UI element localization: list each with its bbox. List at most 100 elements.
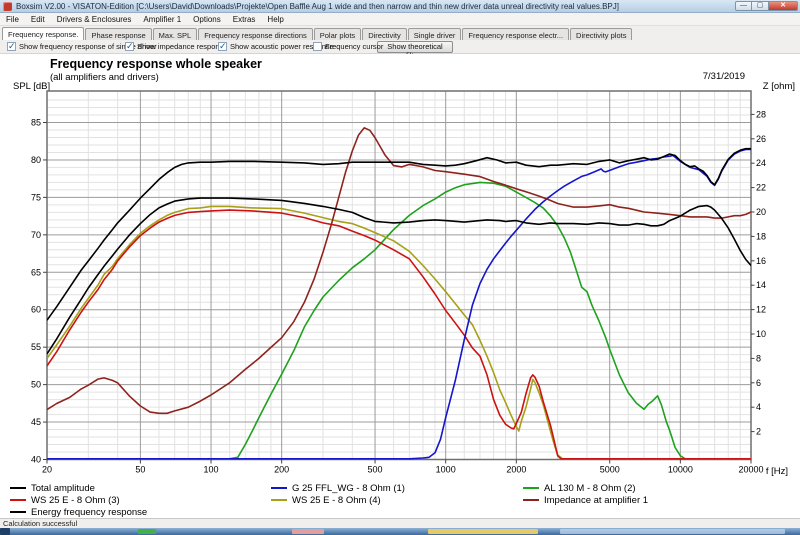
windows-taskbar[interactable]: [0, 528, 800, 535]
menu-item-file[interactable]: File: [0, 15, 25, 24]
checkbox-show-frequency-response-of-single-driver[interactable]: ✓: [7, 42, 16, 51]
taskbar-item: [138, 529, 156, 534]
taskbar-item: [560, 529, 785, 534]
curves: [47, 127, 751, 460]
minor-gridlines: [47, 91, 751, 460]
legend-label: AL 130 M - 8 Ohm (2): [544, 482, 636, 494]
legend-item-impedance-at-amplifier-1: Impedance at amplifier 1: [523, 494, 648, 506]
minimize-button[interactable]: —: [735, 1, 752, 11]
legend-item-energy-frequency-response: Energy frequency response: [10, 506, 147, 518]
tab-bar: Frequency response. Phase response Max. SP…: [0, 26, 800, 40]
svg-text:4: 4: [756, 402, 761, 412]
svg-text:10000: 10000: [668, 465, 693, 475]
caption-buttons: — ▢ ✕: [735, 1, 798, 11]
svg-text:40: 40: [31, 455, 41, 465]
checkbox-show-impedance-response[interactable]: ✓: [125, 42, 134, 51]
tab-frequency-response[interactable]: Frequency response.: [2, 27, 85, 40]
legend-item-ws-25-e-8-ohm-3: WS 25 E - 8 Ohm (3): [10, 494, 120, 506]
curve-ws-25-e-8-ohm-3: [47, 209, 751, 460]
toolbar: Show theoretical filters ✓Show frequency…: [0, 40, 800, 60]
svg-text:24: 24: [756, 158, 766, 168]
title-bar: Boxsim V2.00 - VISATON-Edition [C:\Users…: [0, 0, 800, 13]
svg-text:75: 75: [31, 192, 41, 202]
svg-text:8: 8: [756, 353, 761, 363]
svg-text:2: 2: [756, 427, 761, 437]
svg-text:14: 14: [756, 280, 766, 290]
svg-text:28: 28: [756, 109, 766, 119]
svg-text:6: 6: [756, 378, 761, 388]
window-title: Boxsim V2.00 - VISATON-Edition [C:\Users…: [16, 1, 619, 11]
svg-text:200: 200: [274, 465, 289, 475]
boxsim-app-icon: [3, 1, 12, 11]
checkbox-show-acoustic-power-response[interactable]: ✓: [218, 42, 227, 51]
legend-swatch-total-amplitude: [10, 487, 26, 489]
svg-text:85: 85: [31, 117, 41, 127]
svg-text:65: 65: [31, 267, 41, 277]
tab-frequency-response-directions[interactable]: Frequency response directions: [198, 28, 313, 40]
svg-text:45: 45: [31, 417, 41, 427]
tab-frequency-response-electr[interactable]: Frequency response electr...: [462, 28, 570, 40]
legend-item-ws-25-e-8-ohm-4: WS 25 E - 8 Ohm (4): [271, 494, 381, 506]
legend-label: G 25 FFL_WG - 8 Ohm (1): [292, 482, 405, 494]
checkbox-label: Frequency cursor: [325, 42, 384, 51]
tab-phase-response[interactable]: Phase response: [85, 28, 152, 40]
taskbar-item: [428, 529, 538, 534]
menu-item-amplifier-1[interactable]: Amplifier 1: [137, 15, 187, 24]
menu-item-options[interactable]: Options: [187, 15, 227, 24]
legend-label: WS 25 E - 8 Ohm (3): [31, 494, 120, 506]
menu-bar: File Edit Drivers & Enclosures Amplifier 1O…: [0, 13, 800, 26]
menu-item-drivers-enclosures[interactable]: Drivers & Enclosures: [51, 15, 138, 24]
legend-label: Energy frequency response: [31, 506, 148, 518]
svg-text:5000: 5000: [600, 465, 620, 475]
taskbar-item: [0, 528, 10, 535]
svg-text:80: 80: [31, 155, 41, 165]
svg-text:50: 50: [31, 380, 41, 390]
checkbox-frequency-cursor[interactable]: [313, 42, 322, 51]
svg-text:55: 55: [31, 342, 41, 352]
svg-text:50: 50: [135, 465, 145, 475]
plot-border: [46, 90, 752, 461]
close-button[interactable]: ✕: [769, 1, 798, 11]
chart-panel: Frequency response whole speaker (all am…: [0, 54, 800, 518]
tab-directivity-plots[interactable]: Directivity plots: [570, 28, 633, 40]
svg-text:20: 20: [756, 207, 766, 217]
svg-text:70: 70: [31, 230, 41, 240]
legend-item-g-25-ffl-wg-8-ohm-1: G 25 FFL_WG - 8 Ohm (1): [271, 482, 405, 494]
tab-single-driver[interactable]: Single driver: [407, 28, 462, 40]
curve-impedance-at-amplifier-1: [47, 127, 751, 415]
menu-item-extras[interactable]: Extras: [227, 15, 262, 24]
menu-item-edit[interactable]: Edit: [25, 15, 51, 24]
status-bar: Calculation successful: [0, 518, 800, 528]
svg-text:26: 26: [756, 134, 766, 144]
legend-label: Total amplitude: [31, 482, 95, 494]
show-theoretical-filters-button[interactable]: Show theoretical filters: [377, 41, 453, 60]
checkbox-label: Show impedance response: [137, 42, 228, 51]
legend-swatch-ws-25-e-8-ohm-4: [271, 499, 287, 501]
tab-polar-plots[interactable]: Polar plots: [313, 28, 362, 40]
axis-tick-labels: 8580757065605550454028262422201816141210…: [31, 109, 766, 474]
svg-text:20: 20: [42, 465, 52, 475]
status-text: Calculation successful: [3, 519, 78, 528]
svg-text:12: 12: [756, 305, 766, 315]
legend-label: WS 25 E - 8 Ohm (4): [292, 494, 381, 506]
legend-item-total-amplitude: Total amplitude: [10, 482, 95, 494]
legend-swatch-impedance-at-amplifier-1: [523, 499, 539, 501]
maximize-button[interactable]: ▢: [752, 1, 769, 11]
legend-label: Impedance at amplifier 1: [544, 494, 649, 506]
legend-swatch-al-130-m-8-ohm-2: [523, 487, 539, 489]
major-gridlines: [47, 91, 751, 460]
tab-directivity[interactable]: Directivity: [362, 28, 407, 40]
menu-item-help[interactable]: Help: [261, 15, 289, 24]
chart-plot: 8580757065605550454028262422201816141210…: [31, 90, 766, 475]
svg-text:20000: 20000: [738, 465, 763, 475]
tab-max-spl[interactable]: Max. SPL: [152, 28, 198, 40]
boxsim-window: Boxsim V2.00 - VISATON-Edition [C:\Users…: [0, 0, 800, 535]
svg-text:1000: 1000: [436, 465, 456, 475]
legend-swatch-energy-frequency-response: [10, 511, 26, 513]
checkbox-group-show-impedance-response: ✓ Show impedance response: [125, 42, 227, 51]
svg-text:2000: 2000: [506, 465, 526, 475]
svg-text:60: 60: [31, 305, 41, 315]
checkbox-group-frequency-cursor: Frequency cursor: [313, 42, 383, 51]
svg-text:500: 500: [368, 465, 383, 475]
svg-text:16: 16: [756, 256, 766, 266]
